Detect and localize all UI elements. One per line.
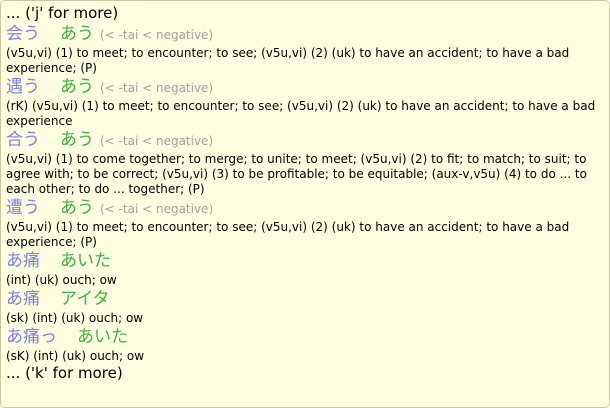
entry-definition: (v5u,vi) (1) to meet; to encounter; to s… [6, 220, 570, 249]
dictionary-entry: 遭う あう (< -tai < negative) (v5u,vi) (1) t… [6, 197, 605, 250]
entry-reading: アイタ [60, 289, 110, 309]
entry-reading: あう [60, 198, 94, 218]
entry-heading: 合う あう (< -tai < negative) [6, 129, 605, 152]
entry-kanji: 遇う [6, 77, 40, 97]
more-next-hint: ... ('k' for more) [6, 364, 123, 382]
entry-heading: 会う あう (< -tai < negative) [6, 23, 605, 46]
entry-kanji: 会う [6, 24, 40, 44]
dictionary-entry: あ痛っ あいた (sK) (int) (uk) ouch; ow [6, 326, 605, 364]
entry-kanji: 合う [6, 130, 40, 150]
dictionary-entry: 合う あう (< -tai < negative) (v5u,vi) (1) t… [6, 129, 605, 197]
entry-definition: (v5u,vi) (1) to come together; to merge;… [6, 152, 587, 196]
dictionary-entry: 遇う あう (< -tai < negative) (rK) (v5u,vi) … [6, 76, 605, 129]
entry-definition: (v5u,vi) (1) to meet; to encounter; to s… [6, 46, 570, 75]
dictionary-entry: あ痛 アイタ (sk) (int) (uk) ouch; ow [6, 288, 605, 326]
entry-conjugation: (< -tai < negative) [100, 202, 214, 216]
entry-reading: あいた [60, 251, 111, 271]
entry-kanji: あ痛 [6, 289, 40, 309]
entry-kanji: 遭う [6, 198, 40, 218]
entry-definition: (int) (uk) ouch; ow [6, 273, 117, 287]
entry-definition: (sK) (int) (uk) ouch; ow [6, 349, 145, 363]
dictionary-popup: ... ('j' for more) 会う あう (< -tai < negat… [0, 0, 610, 408]
entry-kanji: あ痛っ [6, 327, 57, 347]
entry-kanji: あ痛 [6, 251, 40, 271]
entry-reading: あう [60, 77, 94, 97]
entry-reading: あう [60, 24, 94, 44]
more-previous-hint: ... ('j' for more) [6, 4, 119, 22]
entry-conjugation: (< -tai < negative) [100, 134, 214, 148]
entry-definition: (rK) (v5u,vi) (1) to meet; to encounter;… [6, 99, 596, 128]
entry-definition: (sk) (int) (uk) ouch; ow [6, 311, 144, 325]
entry-conjugation: (< -tai < negative) [100, 28, 214, 42]
entry-conjugation: (< -tai < negative) [100, 81, 214, 95]
entry-heading: 遇う あう (< -tai < negative) [6, 76, 605, 99]
entry-heading: あ痛 アイタ [6, 288, 605, 311]
entry-heading: あ痛っ あいた [6, 326, 605, 349]
entry-reading: あいた [77, 327, 128, 347]
dictionary-entry: あ痛 あいた (int) (uk) ouch; ow [6, 250, 605, 288]
entry-reading: あう [60, 130, 94, 150]
dictionary-entry: 会う あう (< -tai < negative) (v5u,vi) (1) t… [6, 23, 605, 76]
entry-heading: あ痛 あいた [6, 250, 605, 273]
entry-heading: 遭う あう (< -tai < negative) [6, 197, 605, 220]
